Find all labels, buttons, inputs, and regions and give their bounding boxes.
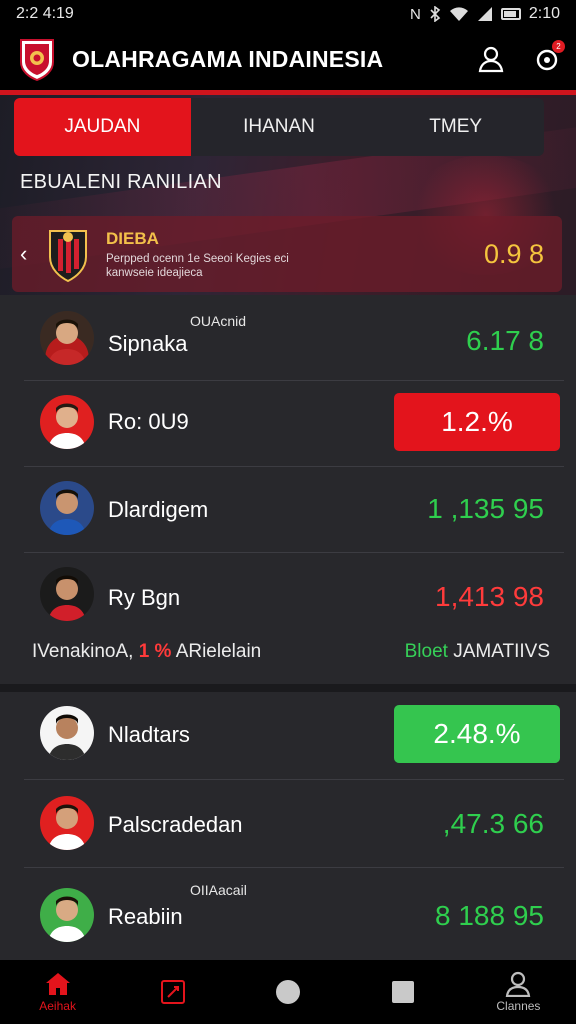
avatar — [40, 481, 94, 535]
list-item[interactable]: Dlardigem 1 ,135 95 — [24, 467, 564, 553]
info-right-green: Bloet — [404, 641, 448, 662]
square-icon — [392, 981, 415, 1003]
notification-badge: 2 — [552, 40, 565, 53]
player-name: Dlardigem — [108, 497, 209, 522]
player-name: Palscradedan — [108, 812, 243, 837]
circle-icon — [276, 980, 300, 1004]
player-value-pill[interactable]: 2.48.% — [394, 705, 560, 763]
nav-scores[interactable] — [115, 960, 230, 1024]
player-name: Sipnaka — [108, 331, 188, 356]
player-value-pill[interactable]: 1.2.% — [394, 393, 560, 451]
list-item[interactable]: OUAcnid Sipnaka 6.17 8 — [24, 295, 564, 381]
info-right-text: JAMATIIVS — [453, 641, 550, 662]
featured-card[interactable]: ‹ DIEBA Perpped ocenn 1e Seeoi Kegies ec… — [12, 216, 562, 292]
bottom-nav: Aeihak Clannes — [0, 960, 576, 1024]
tab-ihanan[interactable]: IHANAN — [191, 98, 368, 156]
battery-icon — [500, 8, 521, 20]
notifications-icon[interactable]: 2 — [532, 40, 565, 74]
info-prefix: IVenakinoA, — [32, 641, 134, 662]
status-bar: 2:2 4:19 N 2:10 — [0, 0, 576, 28]
player-name: Nladtars — [108, 722, 190, 747]
list-item[interactable]: Palscradedan ,47.3 66 — [24, 780, 564, 868]
status-time-left: 2:2 4:19 — [16, 5, 74, 22]
nav-profile[interactable]: Clannes — [461, 960, 576, 1024]
nav-live[interactable] — [230, 960, 345, 1024]
list-item[interactable]: Ro: 0U9 1.2.% — [24, 381, 564, 467]
status-icons: N 2:10 — [410, 5, 560, 23]
tab-bar: JAUDAN IHANAN TMEY — [14, 98, 544, 156]
featured-name: DIEBA — [106, 228, 159, 248]
avatar — [40, 706, 94, 760]
avatar — [40, 567, 94, 621]
info-right[interactable]: Bloet JAMATIIVS — [405, 641, 550, 663]
player-value: 8 188 95 — [435, 900, 544, 931]
player-name: Ry Bgn — [108, 585, 181, 610]
wifi-icon — [449, 7, 468, 21]
tab-jaudan[interactable]: JAUDAN — [14, 98, 191, 156]
chevron-left-icon[interactable]: ‹ — [20, 241, 40, 267]
list-item[interactable]: Nladtars 2.48.% — [24, 692, 564, 780]
featured-value: 0.9 8 — [483, 238, 544, 269]
logo-shield-icon[interactable] — [18, 37, 56, 81]
avatar — [40, 311, 94, 365]
bluetooth-icon — [430, 6, 441, 22]
avatar — [40, 796, 94, 850]
player-name: Reabiin — [108, 904, 183, 929]
player-list: OUAcnid Sipnaka 6.17 8 Ro: 0U9 1.2.% Dla… — [0, 295, 576, 960]
nav-profile-label: Clannes — [496, 999, 541, 1013]
info-suffix: ARielelain — [175, 641, 262, 662]
player-value: ,47.3 66 — [442, 808, 544, 839]
person-icon — [506, 971, 531, 997]
tab-tmey[interactable]: TMEY — [367, 98, 544, 156]
player-value: 6.17 8 — [466, 325, 544, 356]
player-value: 1 ,135 95 — [427, 493, 544, 524]
player-label: OUAcnid — [190, 313, 247, 329]
nav-home-label: Aeihak — [39, 999, 76, 1013]
avatar — [40, 395, 94, 449]
nfc-icon: N — [410, 5, 421, 23]
player-name: Ro: 0U9 — [108, 409, 189, 434]
info-line: IVenakinoA, 1 % ARielelain — [32, 641, 261, 663]
app-title: OLAHRAGAMA INDAINESIA — [72, 45, 384, 72]
player-label: OIIAacail — [190, 882, 247, 898]
club-crest-icon — [49, 230, 87, 283]
app-header: OLAHRAGAMA INDAINESIA 2 — [0, 28, 576, 90]
section-title: EBUALENI RANILIAN — [20, 171, 222, 193]
player-value: 1,413 98 — [435, 581, 544, 612]
nav-home[interactable]: Aeihak — [0, 960, 115, 1024]
scores-icon — [160, 980, 185, 1004]
profile-icon[interactable] — [476, 44, 506, 74]
avatar — [40, 888, 94, 942]
nav-news[interactable] — [346, 960, 461, 1024]
status-time-right: 2:10 — [528, 5, 560, 22]
signal-icon — [477, 7, 492, 21]
section-divider — [0, 684, 576, 692]
info-highlight: 1 % — [138, 641, 172, 662]
featured-description: Perpped ocenn 1e Seeoi Kegies eci kanwse… — [106, 252, 289, 279]
list-item[interactable]: OIIAacail Reabiin 8 188 95 — [24, 868, 564, 960]
home-icon — [45, 973, 70, 995]
